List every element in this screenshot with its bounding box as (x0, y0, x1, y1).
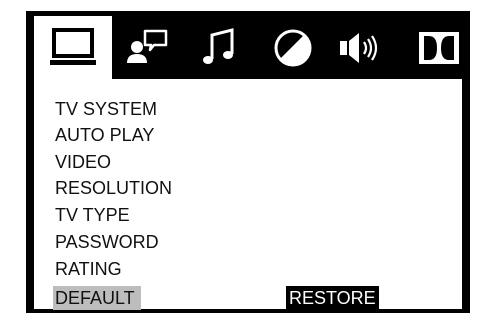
tab-general[interactable] (34, 16, 112, 79)
menu-item-rating[interactable]: RATING (55, 257, 122, 281)
menu-item-tv-system[interactable]: TV SYSTEM (55, 97, 157, 121)
speaker-volume-icon (340, 32, 378, 63)
menu-item-password[interactable]: PASSWORD (55, 230, 159, 254)
tab-bar (34, 16, 462, 79)
contrast-circle-icon (274, 29, 312, 66)
tab-language[interactable] (114, 16, 184, 79)
tab-video[interactable] (258, 16, 328, 79)
menu-item-resolution[interactable]: RESOLUTION (55, 176, 172, 200)
tab-audio[interactable] (184, 16, 254, 79)
menu-item-video[interactable]: VIDEO (55, 150, 111, 174)
setup-menu-panel: TV SYSTEM AUTO PLAY VIDEO RESOLUTION TV … (34, 79, 462, 310)
speech-bubble-person-icon (127, 29, 168, 63)
tab-dolby[interactable] (404, 16, 474, 79)
tab-speaker[interactable] (326, 16, 396, 79)
menu-item-tv-type[interactable]: TV TYPE (55, 203, 130, 227)
restore-option[interactable]: RESTORE (286, 286, 379, 310)
music-note-icon (203, 27, 234, 64)
monitor-icon (50, 27, 96, 65)
dolby-icon (419, 31, 459, 64)
menu-item-default[interactable]: DEFAULT (53, 286, 141, 310)
menu-item-auto-play[interactable]: AUTO PLAY (55, 123, 154, 147)
